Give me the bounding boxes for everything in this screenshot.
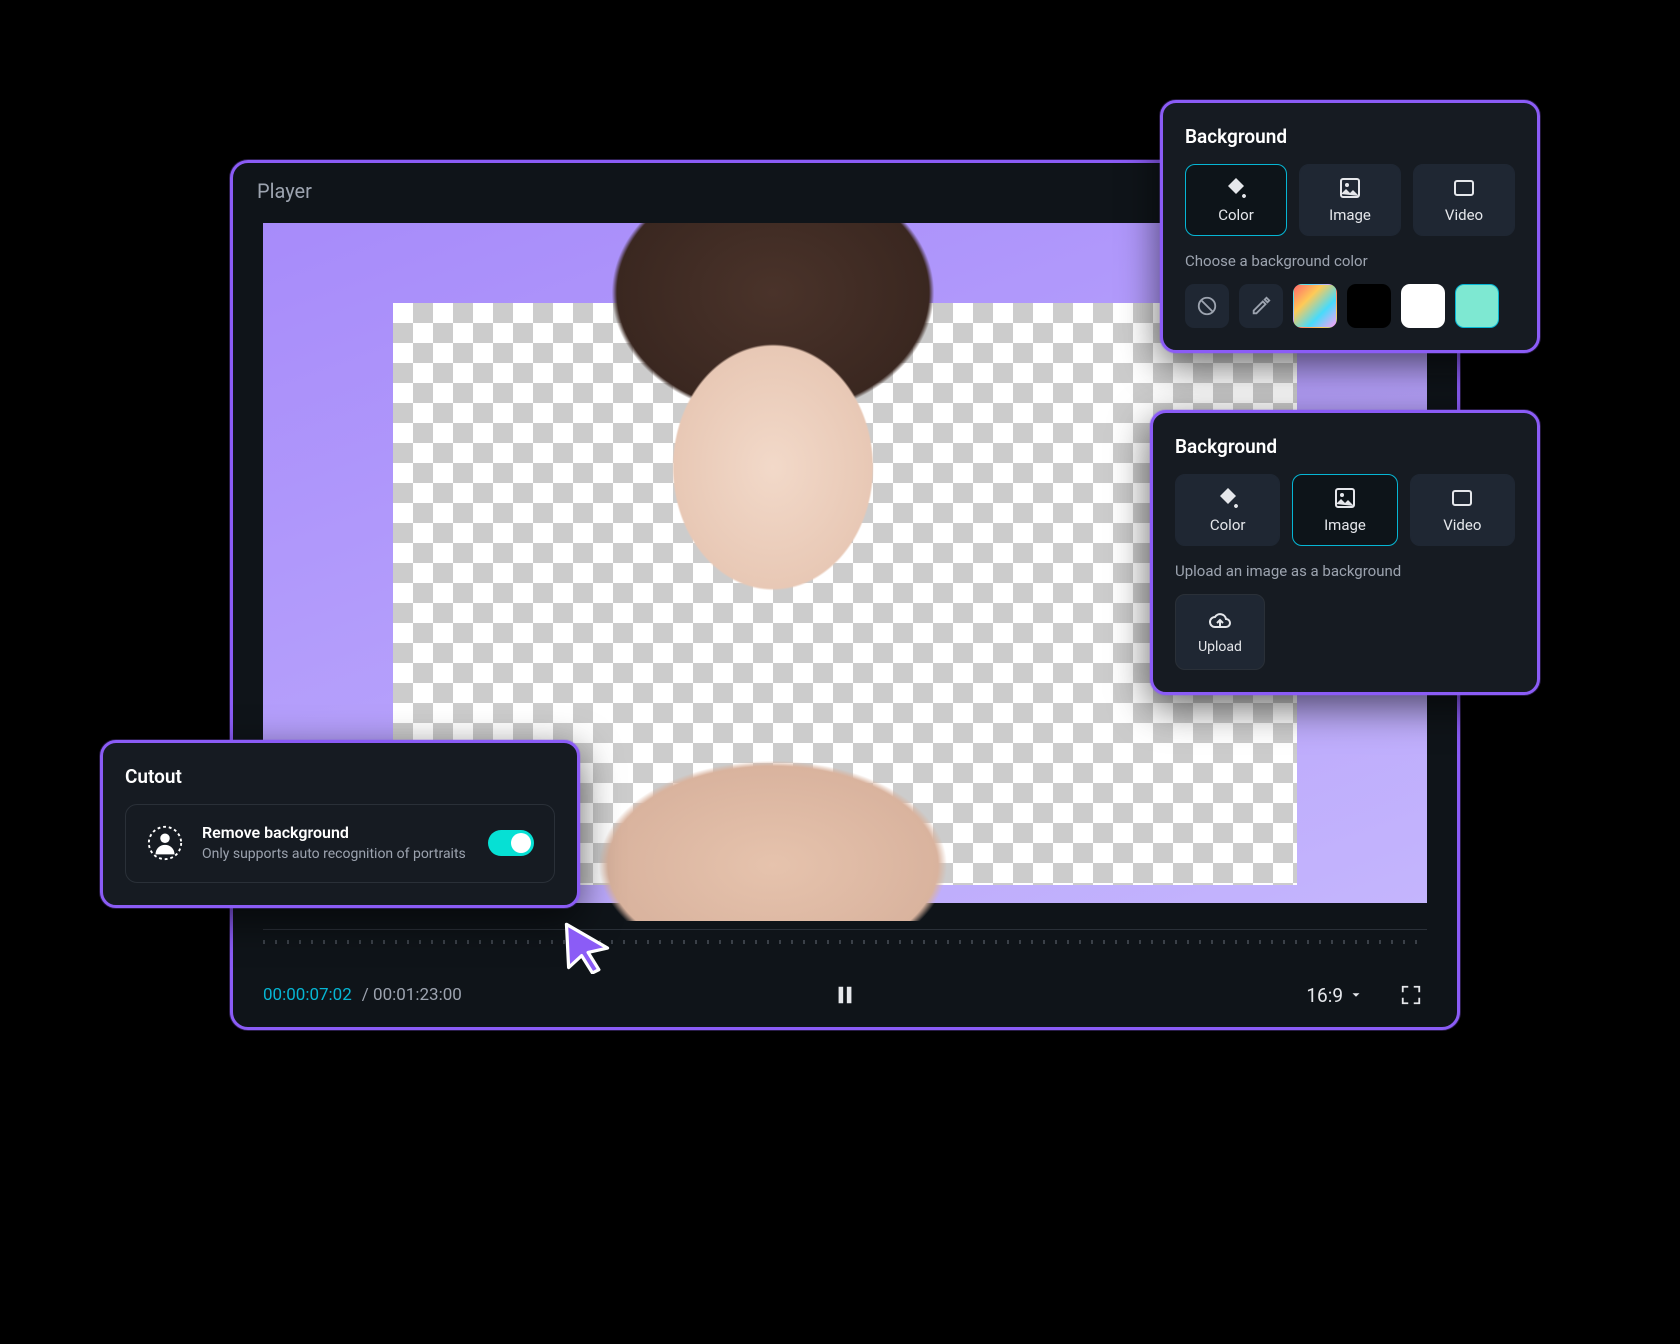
- bg-option-color-2[interactable]: Color: [1175, 474, 1280, 546]
- cloud-upload-icon: [1208, 609, 1232, 633]
- cutout-panel: Cutout Remove background Only supports a…: [100, 740, 580, 908]
- bg-option-image[interactable]: Image: [1299, 164, 1401, 236]
- eyedropper-icon: [1250, 295, 1272, 317]
- time-duration: / 00:01:23:00: [362, 985, 462, 1005]
- bg-option-image-2[interactable]: Image: [1292, 474, 1397, 546]
- chevron-down-icon: [1349, 988, 1363, 1002]
- bg-heading-2: Background: [1175, 435, 1515, 458]
- bg-option-video-2[interactable]: Video: [1410, 474, 1515, 546]
- choose-color-label: Choose a background color: [1185, 252, 1515, 270]
- color-swatch-white[interactable]: [1401, 284, 1445, 328]
- cursor-icon: [560, 920, 614, 974]
- remove-bg-title: Remove background: [202, 823, 470, 842]
- remove-bg-toggle[interactable]: [488, 830, 534, 856]
- time-current: 00:00:07:02: [263, 985, 352, 1005]
- image-icon: [1333, 486, 1357, 510]
- bg-heading: Background: [1185, 125, 1515, 148]
- color-picker-swatch[interactable]: [1293, 284, 1337, 328]
- no-color-swatch[interactable]: [1185, 284, 1229, 328]
- color-swatch-black[interactable]: [1347, 284, 1391, 328]
- remove-bg-subtitle: Only supports auto recognition of portra…: [202, 845, 470, 864]
- player-controls: 00:00:07:02 / 00:01:23:00 16:9: [233, 963, 1457, 1027]
- bg-option-video[interactable]: Video: [1413, 164, 1515, 236]
- person-cutout-icon: [146, 824, 184, 862]
- paint-bucket-icon: [1224, 176, 1248, 200]
- cutout-heading: Cutout: [125, 765, 555, 788]
- aspect-ratio-selector[interactable]: 16:9: [1306, 984, 1363, 1007]
- paint-bucket-icon: [1216, 486, 1240, 510]
- color-swatch-mint[interactable]: [1455, 284, 1499, 328]
- bg-option-color[interactable]: Color: [1185, 164, 1287, 236]
- fullscreen-button[interactable]: [1395, 979, 1427, 1011]
- upload-image-label: Upload an image as a background: [1175, 562, 1515, 580]
- background-image-panel: Background Color Image Video Upload an i…: [1150, 410, 1540, 695]
- pause-button[interactable]: [825, 975, 865, 1015]
- remove-background-row: Remove background Only supports auto rec…: [125, 804, 555, 883]
- upload-button[interactable]: Upload: [1175, 594, 1265, 670]
- eyedropper-swatch[interactable]: [1239, 284, 1283, 328]
- video-icon: [1452, 176, 1476, 200]
- image-icon: [1338, 176, 1362, 200]
- ban-icon: [1196, 295, 1218, 317]
- video-icon: [1450, 486, 1474, 510]
- timeline[interactable]: [263, 929, 1427, 957]
- background-color-panel: Background Color Image Video Choose a ba…: [1160, 100, 1540, 353]
